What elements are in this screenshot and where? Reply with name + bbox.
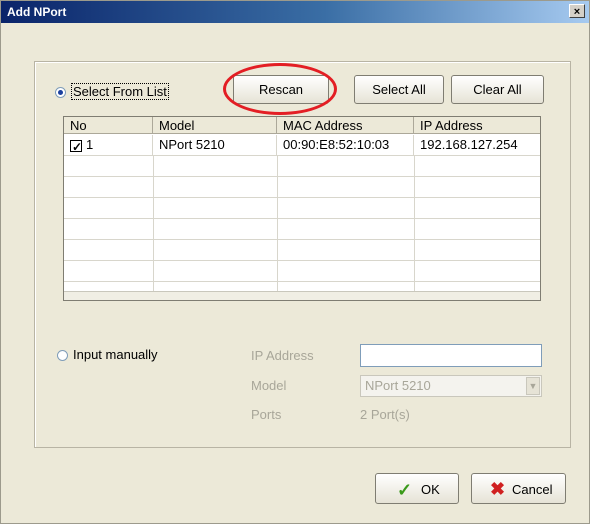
select-from-list-radio[interactable] <box>55 87 66 98</box>
add-nport-dialog: Add NPort × Select From List Rescan Sele… <box>0 0 590 524</box>
row-model-cell: NPort 5210 <box>153 135 277 155</box>
ports-value: 2 Port(s) <box>360 407 410 422</box>
rescan-highlight-ring <box>223 63 337 115</box>
table-row[interactable]: ✓ 1 NPort 5210 00:90:E8:52:10:03 192.168… <box>64 135 540 156</box>
window-title: Add NPort <box>7 5 67 19</box>
select-from-list-label[interactable]: Select From List <box>71 83 169 100</box>
column-divider <box>153 156 154 300</box>
column-header-model[interactable]: Model <box>153 117 277 134</box>
row-checkbox[interactable]: ✓ <box>70 140 82 154</box>
column-divider <box>414 156 415 300</box>
column-header-no[interactable]: No <box>64 117 153 134</box>
input-manually-radio[interactable] <box>57 350 68 361</box>
horizontal-scrollbar[interactable] <box>64 291 540 300</box>
model-select-value: NPort 5210 <box>365 378 431 393</box>
x-icon: ✖ <box>490 479 506 499</box>
column-divider <box>277 156 278 300</box>
close-button[interactable]: × <box>569 4 585 18</box>
input-manually-label[interactable]: Input manually <box>73 347 158 362</box>
row-no-cell: ✓ 1 <box>64 135 153 155</box>
select-all-button[interactable]: Select All <box>354 75 444 104</box>
ip-address-label: IP Address <box>251 348 314 363</box>
title-bar[interactable]: Add NPort × <box>1 1 589 23</box>
ok-button[interactable]: ✓ OK <box>375 473 459 504</box>
ports-label: Ports <box>251 407 282 422</box>
select-from-list-text: Select From List <box>71 83 169 100</box>
row-mac-cell: 00:90:E8:52:10:03 <box>277 135 414 155</box>
row-ip-cell: 192.168.127.254 <box>420 137 518 152</box>
chevron-down-icon[interactable]: ▼ <box>526 377 540 395</box>
empty-table-row <box>64 198 540 219</box>
column-header-ip-address[interactable]: IP Address <box>414 117 540 134</box>
empty-table-row <box>64 261 540 282</box>
device-table[interactable]: No Model MAC Address IP Address ✓ 1 NPor… <box>63 116 541 301</box>
column-header-mac-address[interactable]: MAC Address <box>277 117 414 134</box>
checkmark-icon: ✓ <box>72 140 83 154</box>
model-label: Model <box>251 378 287 393</box>
ip-address-input[interactable] <box>360 344 542 367</box>
cancel-button[interactable]: ✖ Cancel <box>471 473 566 504</box>
empty-table-row <box>64 177 540 198</box>
model-select[interactable]: NPort 5210 ▼ <box>360 375 542 397</box>
check-icon: ✓ <box>397 480 413 500</box>
empty-table-row <box>64 219 540 240</box>
clear-all-button[interactable]: Clear All <box>451 75 544 104</box>
radio-selected-dot <box>58 90 63 95</box>
cancel-button-label: Cancel <box>512 482 553 497</box>
empty-table-row <box>64 156 540 177</box>
table-header: No Model MAC Address IP Address <box>64 117 540 135</box>
ok-button-label: OK <box>421 482 440 497</box>
empty-table-row <box>64 240 540 261</box>
row-number: 1 <box>86 137 94 152</box>
